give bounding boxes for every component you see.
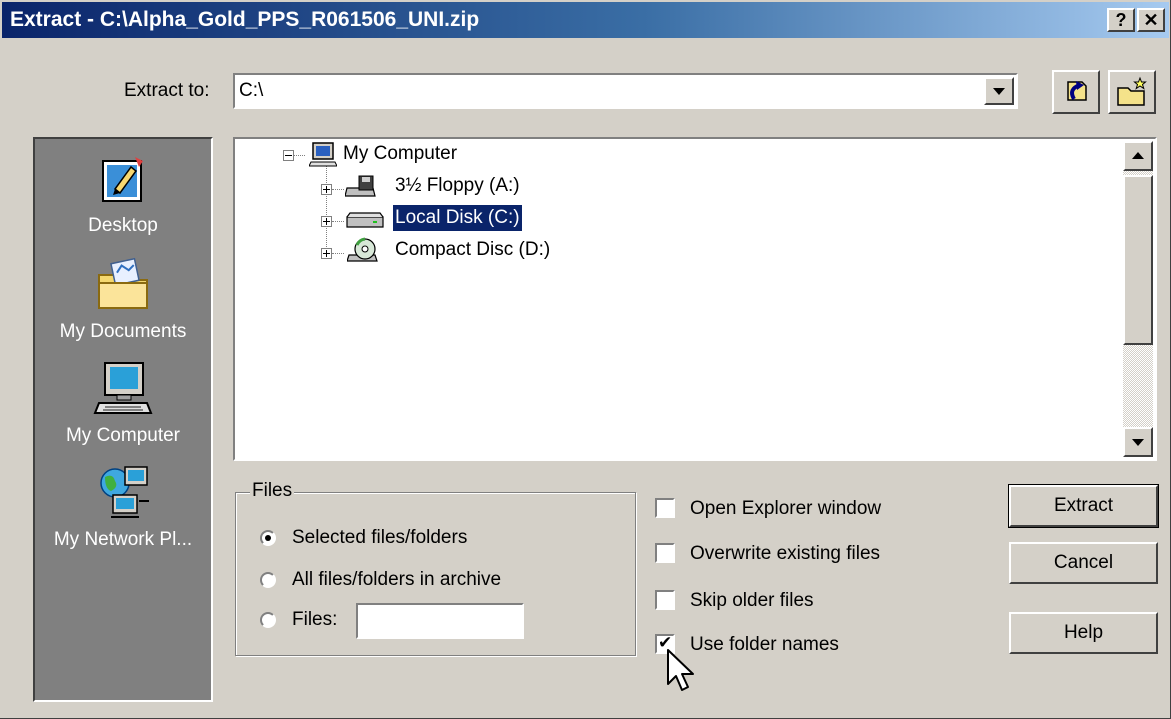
close-button[interactable]: ✕: [1137, 8, 1165, 32]
tree-line: [332, 253, 344, 255]
extract-to-combobox[interactable]: [233, 73, 1018, 109]
extract-dialog: Extract - C:\Alpha_Gold_PPS_R061506_UNI.…: [0, 0, 1171, 719]
checkbox-use-folder-names-label[interactable]: Use folder names: [690, 634, 839, 656]
tree-expander-compact-disc[interactable]: [321, 248, 332, 259]
place-desktop-label: Desktop: [88, 215, 158, 236]
chevron-down-icon: [1132, 439, 1144, 446]
go-up-icon: [1067, 81, 1087, 101]
my-documents-icon: [98, 257, 148, 309]
tree-line: [332, 189, 344, 191]
desktop-icon: [102, 157, 143, 202]
radio-selected-files-label[interactable]: Selected files/folders: [292, 527, 467, 549]
chevron-up-icon: [1132, 152, 1144, 159]
radio-selected-files[interactable]: [260, 530, 276, 546]
checkbox-overwrite[interactable]: [655, 543, 675, 563]
scroll-down-button[interactable]: [1123, 427, 1153, 457]
place-my-computer[interactable]: My Computer: [35, 357, 211, 447]
extract-to-dropdown-button[interactable]: [984, 77, 1014, 105]
checkbox-skip-older-label[interactable]: Skip older files: [690, 590, 814, 612]
tree-expander-floppy[interactable]: [321, 184, 332, 195]
tree-node-compact-disc[interactable]: Compact Disc (D:): [395, 237, 550, 263]
files-group-title: Files: [250, 480, 295, 502]
scroll-up-button[interactable]: [1123, 141, 1153, 171]
checkbox-open-explorer-label[interactable]: Open Explorer window: [690, 498, 881, 520]
folder-tree[interactable]: My Computer 3½ Floppy (A:) Local Disk (C…: [233, 137, 1157, 461]
checkbox-overwrite-label[interactable]: Overwrite existing files: [690, 543, 880, 565]
tree-node-local-disk[interactable]: Local Disk (C:): [392, 204, 523, 232]
my-computer-icon: [93, 362, 153, 414]
files-pattern-input[interactable]: [356, 603, 524, 639]
tree-vertical-scrollbar[interactable]: [1123, 141, 1153, 457]
chevron-down-icon: [993, 88, 1005, 95]
extract-to-input[interactable]: [239, 79, 979, 103]
place-my-network-places[interactable]: My Network Pl...: [35, 461, 211, 551]
floppy-icon: [345, 175, 376, 197]
tree-node-floppy[interactable]: 3½ Floppy (A:): [395, 173, 520, 199]
mouse-cursor-icon: [667, 649, 694, 691]
place-my-network-places-label: My Network Pl...: [53, 529, 193, 550]
tree-expander-my-computer[interactable]: [283, 150, 294, 161]
checkbox-skip-older[interactable]: [655, 590, 675, 610]
computer-icon: [309, 142, 337, 167]
help-button[interactable]: Help: [1009, 612, 1158, 654]
hard-disk-icon: [346, 212, 384, 228]
tree-node-my-computer[interactable]: My Computer: [343, 141, 457, 167]
scroll-thumb[interactable]: [1123, 175, 1153, 345]
checkbox-open-explorer[interactable]: [655, 498, 675, 518]
extract-button[interactable]: Extract: [1008, 484, 1159, 528]
go-up-button[interactable]: [1052, 70, 1100, 114]
help-title-button[interactable]: ?: [1107, 8, 1135, 32]
radio-all-files[interactable]: [260, 572, 276, 588]
place-my-documents-label: My Documents: [59, 321, 187, 342]
extract-to-label: Extract to:: [124, 80, 210, 101]
my-network-places-icon: [100, 466, 149, 518]
radio-all-files-label[interactable]: All files/folders in archive: [292, 569, 501, 591]
cancel-button[interactable]: Cancel: [1009, 542, 1158, 584]
places-bar: Desktop My Documents My Computer My Netw…: [33, 137, 213, 702]
radio-files[interactable]: [260, 612, 276, 628]
title-bar[interactable]: Extract - C:\Alpha_Gold_PPS_R061506_UNI.…: [2, 2, 1169, 38]
window-title: Extract - C:\Alpha_Gold_PPS_R061506_UNI.…: [10, 8, 480, 31]
tree-line: [326, 165, 328, 253]
radio-files-label[interactable]: Files:: [292, 609, 337, 631]
place-my-computer-label: My Computer: [65, 425, 181, 446]
cd-icon: [347, 237, 378, 262]
tree-line: [332, 221, 344, 223]
files-group-box: Files Selected files/folders All files/f…: [235, 480, 636, 656]
new-folder-button[interactable]: [1108, 70, 1156, 114]
place-desktop[interactable]: Desktop: [35, 147, 211, 237]
tree-line: [293, 155, 305, 157]
place-my-documents[interactable]: My Documents: [35, 253, 211, 343]
tree-expander-local-disk[interactable]: [321, 216, 332, 227]
new-folder-icon: [1117, 76, 1147, 106]
